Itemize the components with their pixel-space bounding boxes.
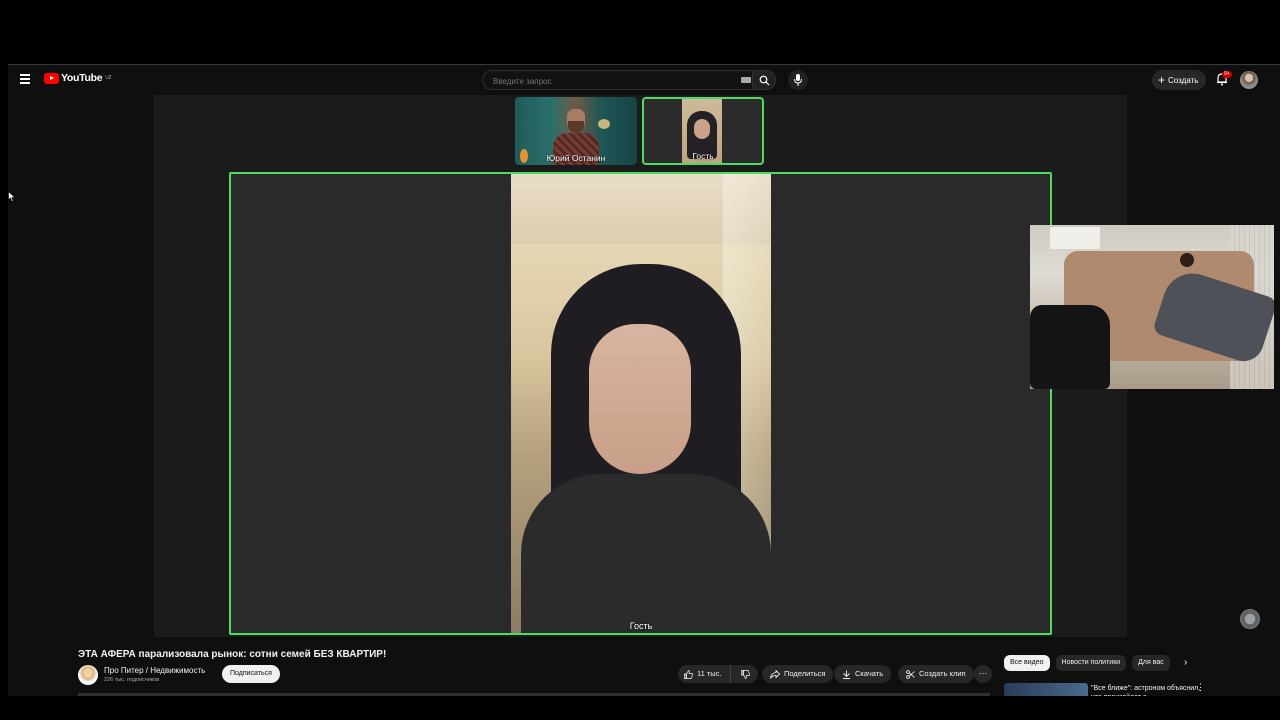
scrollbar-track[interactable] (1274, 95, 1280, 696)
chip-politics-news[interactable]: Новости политики (1055, 655, 1127, 671)
youtube-logo[interactable]: YouTube UZ (44, 72, 112, 84)
channel-name[interactable]: Про Питер / Недвижимость (104, 666, 205, 675)
video-info: ЭТА АФЕРА парализовала рынок: сотни семе… (78, 647, 998, 696)
menu-icon[interactable] (20, 74, 32, 86)
participant-thumbnail-active: Гость (642, 97, 764, 165)
share-label: Поделиться (784, 669, 826, 678)
floating-avatar-button[interactable] (1240, 609, 1260, 629)
chair (1030, 305, 1110, 389)
thumbs-up-icon (684, 669, 693, 679)
voice-search-button[interactable] (788, 70, 808, 90)
speaker-video: Гость (511, 174, 771, 633)
dislike-button[interactable] (735, 665, 758, 683)
participant-name: Гость (692, 151, 714, 161)
youtube-header: YouTube UZ + Создать (8, 65, 1280, 95)
like-button[interactable]: 11 тыс. (678, 665, 731, 683)
left-margin (8, 95, 154, 637)
speaker-name: Гость (629, 621, 653, 631)
logo-text: YouTube (61, 72, 103, 84)
youtube-play-icon (44, 72, 59, 84)
thumbs-down-icon (740, 669, 750, 679)
participant-name: Юрий Останин (546, 153, 606, 163)
description-divider (78, 693, 990, 696)
picture-in-picture-video[interactable] (1030, 225, 1280, 389)
mouse-cursor-icon (8, 191, 16, 202)
participant-thumbnail: Юрий Останин (515, 97, 637, 165)
chip-for-you[interactable]: Для вас (1132, 655, 1170, 671)
logo-country: UZ (105, 75, 112, 81)
microphone-icon (794, 74, 802, 86)
download-label: Скачать (855, 669, 884, 678)
video-title: ЭТА АФЕРА парализовала рынок: сотни семе… (78, 649, 387, 660)
search-input[interactable] (483, 72, 759, 91)
create-label: Создать (1168, 75, 1199, 85)
download-icon (843, 670, 850, 679)
subscriber-count: 226 тыс. подписчиков (104, 677, 160, 683)
plus-icon: + (1158, 73, 1166, 87)
active-speaker-tile: Гость (229, 172, 1052, 635)
kebab-menu-icon[interactable]: ⋮ (1196, 682, 1205, 693)
download-button[interactable]: Скачать (834, 665, 892, 683)
lamp (598, 119, 610, 129)
video-player[interactable]: Юрий Останин Гость Гость (154, 95, 1127, 637)
more-actions-button[interactable]: ··· (974, 665, 992, 683)
channel-avatar[interactable] (78, 665, 98, 685)
share-icon (770, 669, 780, 679)
search-box[interactable] (482, 70, 760, 91)
recommendation-title[interactable]: "Все ближе": астроном объяснил, что прои… (1091, 684, 1201, 696)
account-avatar[interactable] (1240, 71, 1258, 89)
browser-frame: YouTube UZ + Создать (8, 64, 1280, 696)
recommendation-thumbnail[interactable] (1004, 683, 1088, 696)
chevron-right-icon[interactable]: › (1184, 657, 1187, 668)
notification-badge: 9+ (1222, 71, 1232, 78)
search-icon (759, 75, 770, 86)
like-count: 11 тыс. (697, 669, 722, 678)
create-button[interactable]: + Создать (1152, 70, 1207, 90)
chip-all-videos[interactable]: Все видео (1004, 655, 1050, 671)
recommendation-chips: Все видео Новости политики Для вас (1004, 655, 1170, 671)
keyboard-icon[interactable] (741, 77, 751, 83)
like-dislike-group: 11 тыс. (678, 665, 758, 683)
video-call-frame: Юрий Останин Гость Гость (154, 95, 1127, 637)
create-clip-button[interactable]: Создать клип (898, 665, 974, 683)
search-button[interactable] (752, 70, 776, 90)
share-button[interactable]: Поделиться (762, 665, 834, 683)
scissors-icon (906, 669, 915, 679)
clip-label: Создать клип (919, 669, 966, 678)
subscribe-button[interactable]: Подписаться (222, 665, 280, 683)
